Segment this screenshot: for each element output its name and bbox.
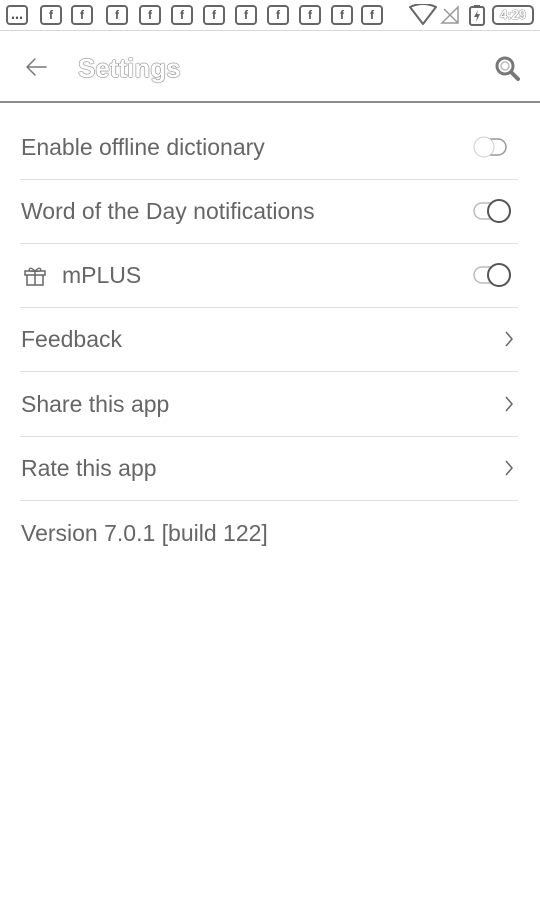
setting-label: Word of the Day notifications xyxy=(21,198,315,224)
offline-dictionary-toggle[interactable] xyxy=(470,132,514,162)
facebook-notification-icon: f xyxy=(139,5,161,25)
setting-word-of-the-day[interactable]: Word of the Day notifications xyxy=(20,180,518,244)
setting-offline-dictionary[interactable]: Enable offline dictionary xyxy=(20,116,518,180)
status-time: 4:29 xyxy=(492,5,534,25)
status-bar: … f f f f f f f f f f f 4:29 xyxy=(0,0,540,31)
setting-feedback[interactable]: Feedback xyxy=(20,308,518,372)
gift-icon xyxy=(24,267,46,286)
setting-label: Enable offline dictionary xyxy=(21,134,265,160)
facebook-notification-icon: f xyxy=(361,5,383,25)
back-arrow-icon[interactable] xyxy=(20,51,52,83)
message-notification-icon: … xyxy=(6,5,28,25)
facebook-notification-icon: f xyxy=(331,5,353,25)
chevron-right-icon xyxy=(505,460,513,476)
setting-rate-app[interactable]: Rate this app xyxy=(20,437,518,501)
facebook-notification-icon: f xyxy=(299,5,321,25)
facebook-notification-icon: f xyxy=(235,5,257,25)
setting-label: Rate this app xyxy=(21,455,157,481)
setting-label: Share this app xyxy=(21,391,170,417)
page-title: Settings xyxy=(78,53,181,83)
battery-charging-icon xyxy=(469,5,485,26)
no-signal-icon xyxy=(440,5,459,24)
wifi-icon xyxy=(409,4,437,25)
search-icon[interactable] xyxy=(492,53,522,83)
setting-label: mPLUS xyxy=(62,262,142,288)
setting-label: Feedback xyxy=(21,326,123,352)
facebook-notification-icon: f xyxy=(71,5,93,25)
facebook-notification-icon: f xyxy=(267,5,289,25)
facebook-notification-icon: f xyxy=(106,5,128,25)
mplus-toggle[interactable] xyxy=(470,260,514,290)
facebook-notification-icon: f xyxy=(203,5,225,25)
chevron-right-icon xyxy=(505,331,513,347)
facebook-notification-icon: f xyxy=(171,5,193,25)
chevron-right-icon xyxy=(505,396,513,412)
facebook-notification-icon: f xyxy=(40,5,62,25)
word-of-the-day-toggle[interactable] xyxy=(470,196,514,226)
setting-mplus[interactable]: mPLUS xyxy=(20,244,518,308)
setting-share-app[interactable]: Share this app xyxy=(20,373,518,437)
version-text: Version 7.0.1 [build 122] xyxy=(21,520,268,546)
app-bar: Settings xyxy=(0,31,540,103)
